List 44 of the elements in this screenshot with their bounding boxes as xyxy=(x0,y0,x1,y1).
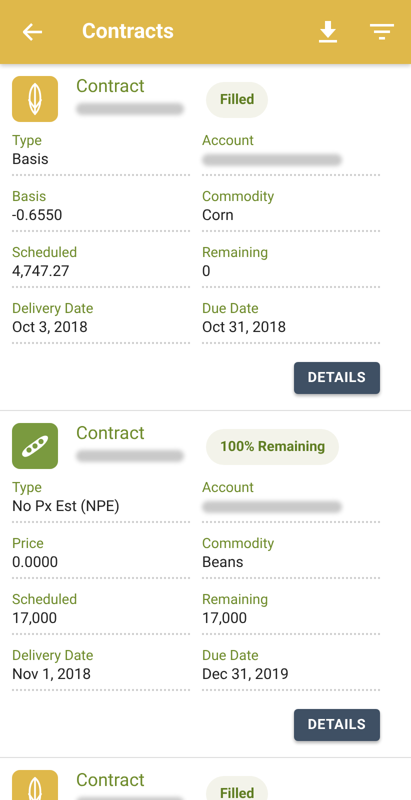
field-label: Due Date xyxy=(202,300,259,318)
contract-title: Contract xyxy=(76,424,146,444)
field-value: No Px Est (NPE) xyxy=(12,497,120,515)
field-label: Scheduled xyxy=(12,591,78,609)
field-label: Account xyxy=(202,132,254,150)
field-value: Oct 31, 2018 xyxy=(202,318,286,336)
field-label: Scheduled xyxy=(12,244,78,262)
filter-icon xyxy=(370,24,394,40)
field-value: Nov 1, 2018 xyxy=(12,665,91,683)
field-value: Dec 31, 2019 xyxy=(202,665,289,683)
field-label: Due Date xyxy=(202,647,259,665)
back-arrow-icon xyxy=(23,23,43,41)
field-label: Remaining xyxy=(202,591,268,609)
corn-icon xyxy=(25,82,45,116)
status-badge: 100% Remaining xyxy=(206,429,340,465)
field-value: 0.0000 xyxy=(12,553,58,571)
field-label: Type xyxy=(12,132,42,150)
field-value: Basis xyxy=(12,150,49,168)
field-value: Beans xyxy=(202,553,244,571)
field-label: Commodity xyxy=(202,535,274,553)
field-value: 17,000 xyxy=(12,609,58,627)
field-value: Oct 3, 2018 xyxy=(12,318,88,336)
field-label: Basis xyxy=(12,188,46,206)
field-label: Commodity xyxy=(202,188,274,206)
status-badge: Filled xyxy=(206,776,268,800)
field-value: 0 xyxy=(202,262,210,280)
status-badge: Filled xyxy=(206,82,268,118)
details-button[interactable]: DETAILS xyxy=(294,709,380,741)
field-label: Remaining xyxy=(202,244,268,262)
field-label: Price xyxy=(12,535,44,553)
field-label: Delivery Date xyxy=(12,300,94,318)
download-icon xyxy=(319,21,337,43)
field-label: Account xyxy=(202,479,254,497)
field-value: Corn xyxy=(202,206,234,224)
field-value: 17,000 xyxy=(202,609,248,627)
contract-title: Contract xyxy=(76,77,146,97)
field-value: -0.6550 xyxy=(12,206,62,224)
corn-icon xyxy=(25,776,45,800)
field-label: Type xyxy=(12,479,42,497)
field-label: Delivery Date xyxy=(12,647,94,665)
field-value: 4,747.27 xyxy=(12,262,70,280)
details-button[interactable]: DETAILS xyxy=(294,362,380,394)
app-bar-title: Contracts xyxy=(82,20,175,44)
contract-title: Contract xyxy=(76,771,146,791)
